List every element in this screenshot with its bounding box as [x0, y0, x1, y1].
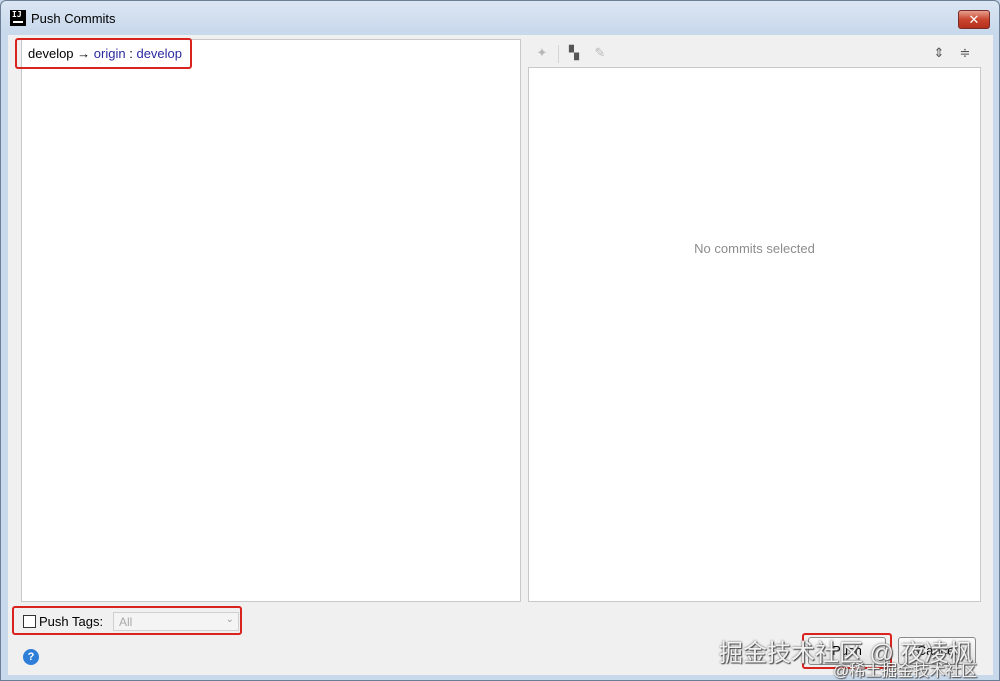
remote-name[interactable]: origin: [94, 46, 126, 61]
push-tags-select[interactable]: All ⌄: [113, 612, 239, 631]
push-button[interactable]: Push: [808, 637, 886, 665]
cancel-button[interactable]: Cancel: [898, 637, 976, 665]
title-bar: IJ Push Commits ✕: [1, 1, 999, 35]
close-icon: ✕: [968, 12, 980, 27]
push-tags-label[interactable]: Push Tags:: [39, 614, 103, 629]
toolbar-divider: [558, 45, 559, 63]
chevron-down-icon: ⌄: [225, 614, 234, 625]
pin-icon[interactable]: ✦: [534, 45, 550, 61]
edit-icon[interactable]: ✎: [592, 45, 608, 61]
expand-all-icon[interactable]: ⇕: [931, 45, 947, 61]
branch-push-row[interactable]: develop → origin : develop: [28, 46, 182, 61]
help-icon[interactable]: ?: [23, 649, 39, 665]
branch-separator: :: [129, 46, 133, 61]
window-title: Push Commits: [31, 11, 116, 26]
target-branch[interactable]: develop: [136, 46, 182, 61]
push-tags-selected: All: [119, 615, 133, 629]
commit-details-panel: No commits selected: [528, 67, 981, 602]
dialog-body: develop → origin : develop ✦ ▚ ✎ ⇕ ≑ No …: [8, 35, 993, 675]
local-branch: develop: [28, 46, 74, 61]
details-toolbar: ✦ ▚ ✎ ⇕ ≑: [528, 39, 981, 67]
group-icon[interactable]: ▚: [566, 45, 582, 61]
close-button[interactable]: ✕: [958, 10, 990, 29]
push-tags-checkbox[interactable]: [23, 615, 36, 628]
collapse-all-icon[interactable]: ≑: [957, 45, 973, 61]
commits-tree-panel[interactable]: develop → origin : develop: [21, 39, 521, 602]
intellij-app-icon: IJ: [10, 10, 26, 26]
arrow-icon: →: [77, 46, 91, 61]
push-commits-dialog: IJ Push Commits ✕ develop → origin : dev…: [0, 0, 1000, 681]
empty-state-text: No commits selected: [694, 241, 815, 256]
